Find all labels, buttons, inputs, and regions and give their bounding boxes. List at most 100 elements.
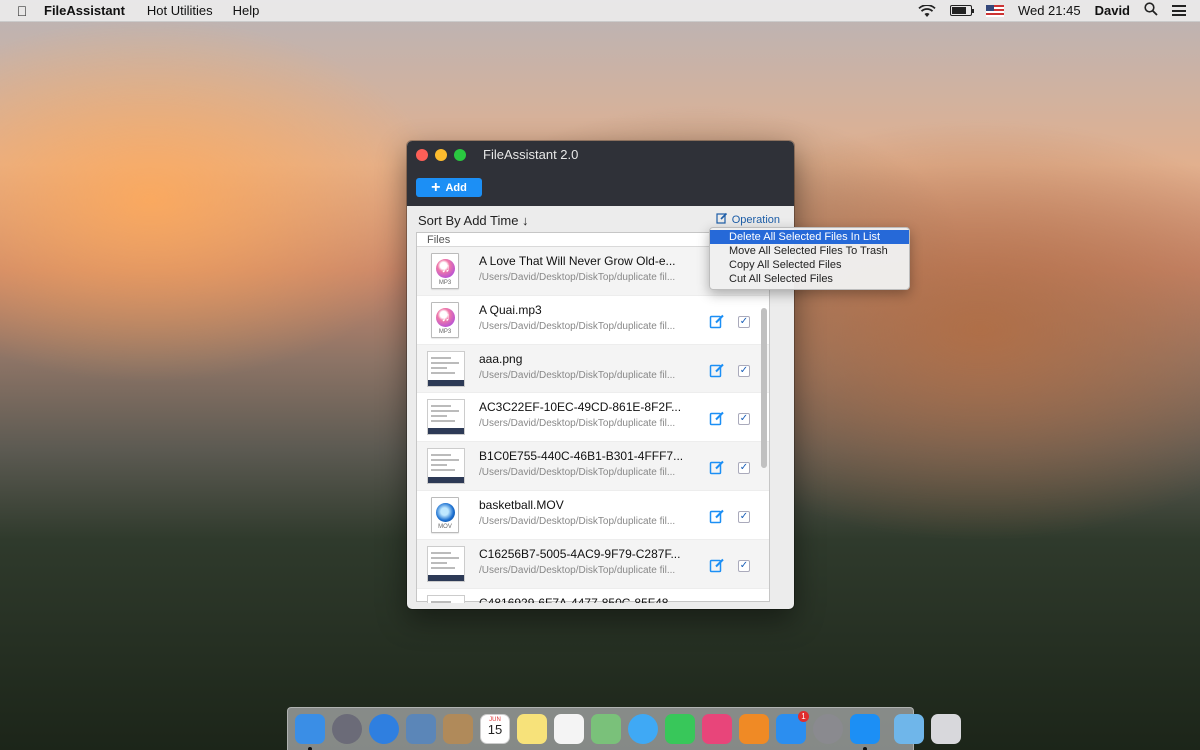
file-row[interactable]: AC3C22EF-10EC-49CD-861E-8F2F... /Users/Da… <box>417 393 769 443</box>
notification-center-icon[interactable] <box>1172 5 1186 16</box>
file-row[interactable]: MOV basketball.MOV/Users/David/Desktop/Di… <box>417 491 769 540</box>
appstore-icon[interactable]: 1 <box>776 711 809 744</box>
file-path: /Users/David/Desktop/DiskTop/duplicate f… <box>479 564 676 576</box>
menu-item-copy-selected[interactable]: Copy All Selected Files <box>710 258 909 272</box>
mp3-file-icon: ♫ MP3 <box>427 253 464 290</box>
edit-file-icon[interactable] <box>709 459 725 475</box>
apple-menu-icon[interactable]:  <box>0 3 44 19</box>
fileassistant-icon[interactable] <box>850 714 880 750</box>
wifi-icon[interactable] <box>918 4 936 17</box>
menu-item-move-selected-to-trash[interactable]: Move All Selected Files To Trash <box>710 244 909 258</box>
clock[interactable]: Wed 21:45 <box>1018 3 1081 18</box>
file-path: /Users/David/Desktop/DiskTop/duplicate f… <box>479 369 676 381</box>
notes-icon[interactable] <box>517 714 547 744</box>
file-row[interactable]: C16256B7-5005-4AC9-9F79-C287F... /Users/D… <box>417 539 769 589</box>
list-scrollbar[interactable] <box>761 308 767 468</box>
menu-item-cut-selected[interactable]: Cut All Selected Files <box>710 272 909 286</box>
file-select-checkbox[interactable]: ✓ <box>738 413 750 426</box>
file-select-checkbox[interactable]: ✓ <box>738 364 750 377</box>
file-select-checkbox[interactable]: ✓ <box>738 315 750 328</box>
edit-file-icon[interactable] <box>709 557 725 573</box>
menu-help[interactable]: Help <box>233 3 260 18</box>
file-name: B1C0E755-440C-46B1-B301-4FFF7... <box>479 449 684 464</box>
ibooks-icon[interactable] <box>739 714 769 744</box>
file-path: /Users/David/Desktop/DiskTop/duplicate f… <box>479 272 676 283</box>
status-area: Wed 21:45 David <box>904 0 1200 22</box>
image-thumbnail <box>427 594 465 603</box>
battery-icon[interactable] <box>949 5 974 16</box>
image-thumbnail <box>427 448 465 485</box>
file-path: /Users/David/Desktop/DiskTop/duplicate f… <box>479 320 676 332</box>
input-source-flag-icon[interactable] <box>985 4 1004 17</box>
file-ext-label: MOV <box>438 523 452 530</box>
close-button[interactable] <box>416 149 428 161</box>
edit-icon <box>716 212 728 227</box>
window-controls <box>416 149 473 161</box>
calendar-icon[interactable]: JUN 15 <box>480 714 510 744</box>
menu-hot-utilities[interactable]: Hot Utilities <box>147 3 213 18</box>
file-path: /Users/David/Desktop/DiskTop/duplicate f… <box>479 467 676 479</box>
edit-file-icon[interactable] <box>709 313 725 329</box>
file-name: aaa.png <box>479 351 523 366</box>
finder-icon[interactable] <box>295 714 325 750</box>
file-name: A Quai.mp3 <box>479 302 542 317</box>
file-path: /Users/David/Desktop/DiskTop/duplicate f… <box>479 515 676 527</box>
title-bar: FileAssistant 2.0 + Add <box>407 141 794 206</box>
edit-file-icon[interactable] <box>709 362 725 378</box>
file-name: AC3C22EF-10EC-49CD-861E-8F2F... <box>479 400 682 415</box>
contacts-icon[interactable] <box>443 714 473 744</box>
fileassistant-window: FileAssistant 2.0 + Add Sort By Add Time… <box>407 141 794 609</box>
sort-by-button[interactable]: Sort By Add Time ↓ <box>418 213 529 228</box>
file-ext-label: MP3 <box>438 280 452 286</box>
menu-item-delete-selected-in-list[interactable]: Delete All Selected Files In List <box>710 230 909 244</box>
downloads-folder-icon[interactable] <box>894 714 924 744</box>
file-select-checkbox[interactable]: ✓ <box>738 559 750 572</box>
edit-file-icon[interactable] <box>709 508 725 524</box>
user-menu[interactable]: David <box>1095 3 1130 18</box>
system-preferences-icon[interactable] <box>813 714 843 744</box>
file-row[interactable]: ♫ MP3 A Quai.mp3/Users/David/Desktop/DiskT… <box>417 296 769 345</box>
files-list-body: ♫ MP3 A Love That Will Never Grow Old-e...… <box>417 247 769 603</box>
preview-icon[interactable] <box>406 714 436 744</box>
file-name: C16256B7-5005-4AC9-9F79-C287F... <box>479 546 681 561</box>
spotlight-search-icon[interactable] <box>1144 2 1158 19</box>
file-ext-label: MP3 <box>438 328 452 335</box>
dock: JUN 15 1 <box>287 707 961 750</box>
operation-label: Operation <box>731 213 780 226</box>
movie-file-icon: MOV <box>427 496 464 534</box>
file-select-checkbox[interactable]: ✓ <box>738 462 750 475</box>
image-thumbnail <box>427 545 465 583</box>
image-thumbnail <box>427 399 465 436</box>
edit-file-icon[interactable] <box>709 410 725 426</box>
file-name: C4816929-6F7A-4477-850C-85F48... <box>479 595 679 603</box>
facetime-icon[interactable] <box>665 714 695 744</box>
launchpad-icon[interactable] <box>332 714 362 744</box>
window-title: FileAssistant 2.0 <box>483 147 579 162</box>
maps-icon[interactable] <box>591 714 621 744</box>
add-button[interactable]: + Add <box>416 178 482 197</box>
menu-bar:  FileAssistant Hot Utilities Help Wed 2… <box>0 0 1200 22</box>
trash-icon[interactable] <box>931 714 961 744</box>
file-row[interactable]: aaa.png/Users/David/Desktop/DiskTop/dupl… <box>417 344 769 394</box>
operation-menu: Delete All Selected Files In List Move A… <box>709 227 910 290</box>
mp3-file-icon: ♫ MP3 <box>427 301 464 339</box>
file-row[interactable]: B1C0E755-440C-46B1-B301-4FFF7... /Users/D… <box>417 442 769 491</box>
operation-button[interactable]: Operation <box>716 212 780 227</box>
safari-icon[interactable] <box>369 714 399 744</box>
file-row[interactable]: C4816929-6F7A-4477-850C-85F48... <box>417 589 769 603</box>
plus-icon: + <box>431 178 441 196</box>
zoom-button[interactable] <box>454 149 466 161</box>
file-name: basketball.MOV <box>479 497 564 512</box>
itunes-icon[interactable] <box>702 714 732 744</box>
calendar-day: 15 <box>487 722 503 737</box>
file-path: /Users/David/Desktop/DiskTop/duplicate f… <box>479 418 676 430</box>
update-badge: 1 <box>798 711 809 722</box>
app-menu[interactable]: FileAssistant <box>44 3 125 18</box>
file-select-checkbox[interactable]: ✓ <box>738 510 750 523</box>
image-thumbnail <box>427 350 465 388</box>
file-name: A Love That Will Never Grow Old-e... <box>479 254 676 268</box>
add-button-label: Add <box>445 181 467 194</box>
messages-icon[interactable] <box>628 714 658 744</box>
reminders-icon[interactable] <box>554 714 584 744</box>
minimize-button[interactable] <box>435 149 447 161</box>
